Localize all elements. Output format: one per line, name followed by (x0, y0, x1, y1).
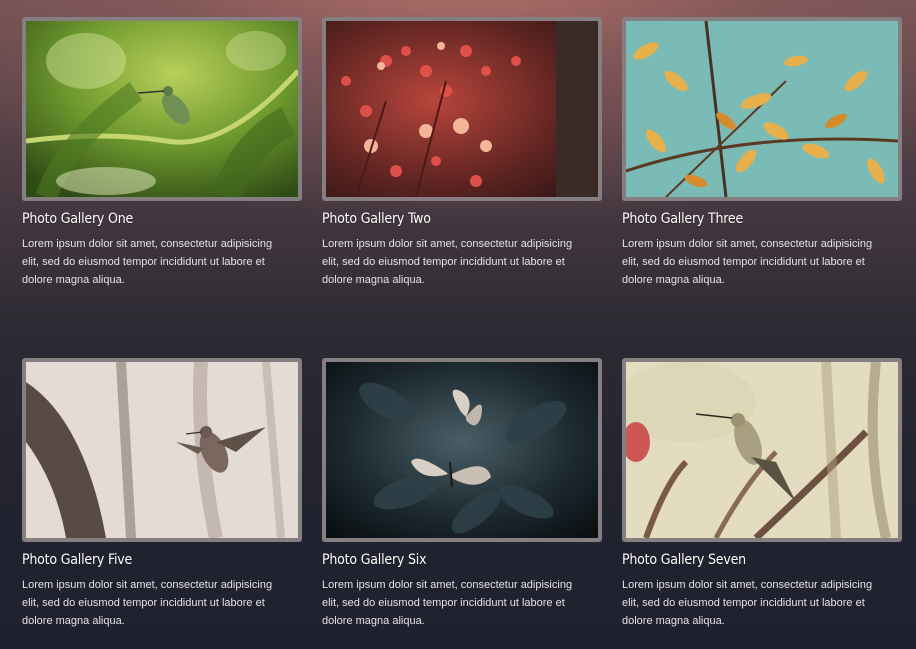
photo-gallery-grid: Photo Gallery One Lorem ipsum dolor sit … (0, 0, 916, 649)
gallery-description: Lorem ipsum dolor sit amet, consectetur … (622, 238, 873, 286)
gallery-description: Lorem ipsum dolor sit amet, consectetur … (22, 238, 273, 286)
gallery-thumbnail[interactable] (622, 17, 902, 201)
gallery-card: Photo Gallery Three Lorem ipsum dolor si… (622, 17, 902, 289)
hummingbird-perched-image (626, 362, 898, 538)
gallery-description: Lorem ipsum dolor sit amet, consectetur … (322, 238, 573, 286)
gallery-description: Lorem ipsum dolor sit amet, consectetur … (622, 579, 873, 627)
gallery-title[interactable]: Photo Gallery Five (22, 551, 302, 569)
red-flowers-image (326, 21, 598, 197)
gallery-thumbnail[interactable] (322, 17, 602, 201)
gallery-description: Lorem ipsum dolor sit amet, consectetur … (22, 579, 273, 627)
gallery-description: Lorem ipsum dolor sit amet, consectetur … (322, 579, 573, 627)
gallery-title[interactable]: Photo Gallery One (22, 210, 302, 228)
gallery-title[interactable]: Photo Gallery Seven (622, 551, 902, 569)
gallery-title[interactable]: Photo Gallery Two (322, 210, 602, 228)
gallery-thumbnail[interactable] (322, 358, 602, 542)
gallery-card: Photo Gallery Six Lorem ipsum dolor sit … (322, 358, 602, 630)
gallery-card: Photo Gallery Seven Lorem ipsum dolor si… (622, 358, 902, 630)
gallery-thumbnail[interactable] (22, 358, 302, 542)
butterflies-image (326, 362, 598, 538)
hummingbird-sepia-image (26, 362, 298, 538)
gallery-card: Photo Gallery One Lorem ipsum dolor sit … (22, 17, 302, 289)
gallery-title[interactable]: Photo Gallery Six (322, 551, 602, 569)
gallery-card: Photo Gallery Two Lorem ipsum dolor sit … (322, 17, 602, 289)
gallery-thumbnail[interactable] (622, 358, 902, 542)
gallery-thumbnail[interactable] (22, 17, 302, 201)
gallery-title[interactable]: Photo Gallery Three (622, 210, 902, 228)
yellow-leaves-image (626, 21, 898, 197)
hummingbird-green-image (26, 21, 298, 197)
gallery-card: Photo Gallery Five Lorem ipsum dolor sit… (22, 358, 302, 630)
